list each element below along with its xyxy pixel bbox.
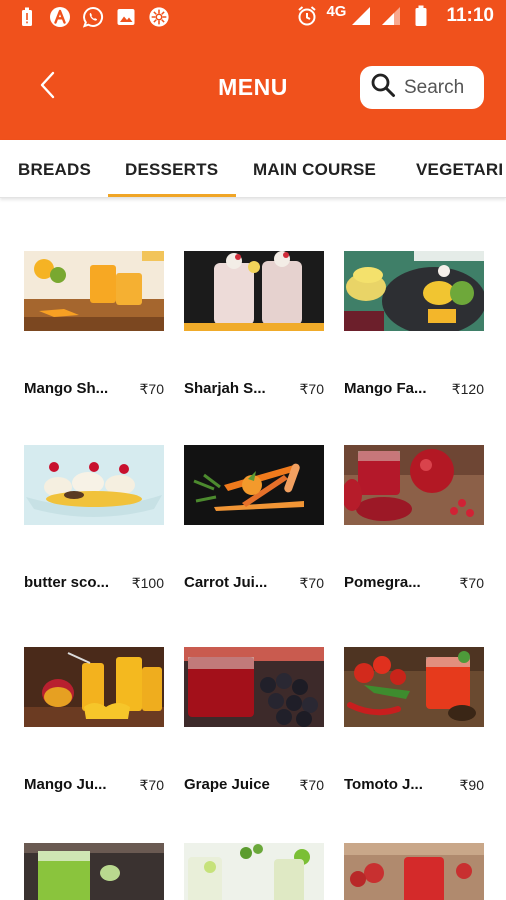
grape-juice-image	[184, 647, 324, 727]
signal-icon	[350, 5, 372, 27]
item-name: Sharjah S...	[184, 380, 266, 397]
system-status: 4G 11:10	[296, 2, 494, 27]
item-name: Tomoto J...	[344, 776, 423, 793]
menu-item[interactable]: Sharjah S... ₹70	[184, 251, 324, 397]
item-price: ₹70	[299, 381, 324, 397]
item-price: ₹70	[139, 777, 164, 793]
mango-juice-image	[24, 647, 164, 727]
item-price: ₹70	[299, 575, 324, 591]
item-price: ₹100	[131, 575, 164, 591]
tab-main-course[interactable]: MAIN COURSE	[253, 140, 376, 197]
menu-item[interactable]: Mango Sh... ₹70	[24, 251, 164, 397]
menu-item[interactable]: Mango Fa... ₹120	[344, 251, 484, 397]
sharjah-shake-image	[184, 251, 324, 331]
tab-desserts[interactable]: DESSERTS	[125, 140, 218, 197]
category-tabs: BREADS DESSERTS MAIN COURSE VEGETARI	[0, 140, 506, 198]
search-input[interactable]	[404, 76, 480, 99]
green-juice-image	[24, 843, 164, 900]
app-a-icon	[49, 6, 71, 28]
tomato-juice-image	[344, 647, 484, 727]
item-name: Mango Ju...	[24, 776, 107, 793]
item-name: butter sco...	[24, 574, 110, 591]
menu-item[interactable]: Tomoto J... ₹90	[344, 647, 484, 793]
red-juice-image	[344, 843, 484, 900]
item-price: ₹70	[299, 777, 324, 793]
menu-item[interactable]	[24, 843, 164, 900]
menu-item[interactable]: Carrot Jui... ₹70	[184, 445, 324, 591]
status-bar: 4G 11:10	[0, 0, 506, 36]
item-name: Mango Fa...	[344, 380, 427, 397]
mango-shake-image	[24, 251, 164, 331]
item-name: Carrot Jui...	[184, 574, 268, 591]
item-name: Mango Sh...	[24, 380, 109, 397]
alarm-icon	[296, 5, 318, 27]
settings-app-icon	[148, 6, 170, 28]
item-price: ₹70	[139, 381, 164, 397]
selected-tab-indicator	[108, 194, 236, 197]
clock: 11:10	[446, 5, 494, 26]
menu-item[interactable]	[344, 843, 484, 900]
back-arrow-icon	[38, 70, 56, 105]
menu-item[interactable]	[184, 843, 324, 900]
gallery-icon	[115, 6, 137, 28]
menu-item[interactable]: Pomegra... ₹70	[344, 445, 484, 591]
whatsapp-icon	[82, 6, 104, 28]
pomegranate-juice-image	[344, 445, 484, 525]
mango-falooda-image	[344, 251, 484, 331]
menu-item[interactable]: Mango Ju... ₹70	[24, 647, 164, 793]
carrot-juice-image	[184, 445, 324, 525]
item-price: ₹90	[459, 777, 484, 793]
tab-vegetarian[interactable]: VEGETARI	[416, 140, 503, 197]
tab-breads[interactable]: BREADS	[18, 140, 91, 197]
item-name: Grape Juice	[184, 776, 270, 793]
item-price: ₹70	[459, 575, 484, 591]
lemonade-image	[184, 843, 324, 900]
notification-icons	[16, 6, 170, 28]
item-name: Pomegra...	[344, 574, 421, 591]
menu-item[interactable]: Grape Juice ₹70	[184, 647, 324, 793]
signal-icon	[380, 5, 402, 27]
item-price: ₹120	[451, 381, 484, 397]
battery-icon	[410, 5, 432, 27]
network-type: 4G	[326, 2, 347, 20]
butterscotch-image	[24, 445, 164, 525]
search-icon	[370, 72, 396, 103]
search-bar[interactable]	[360, 66, 484, 109]
battery-alert-icon	[16, 6, 38, 28]
menu-item[interactable]: butter sco... ₹100	[24, 445, 164, 591]
app-bar: MENU	[0, 36, 506, 140]
back-button[interactable]	[30, 68, 64, 106]
